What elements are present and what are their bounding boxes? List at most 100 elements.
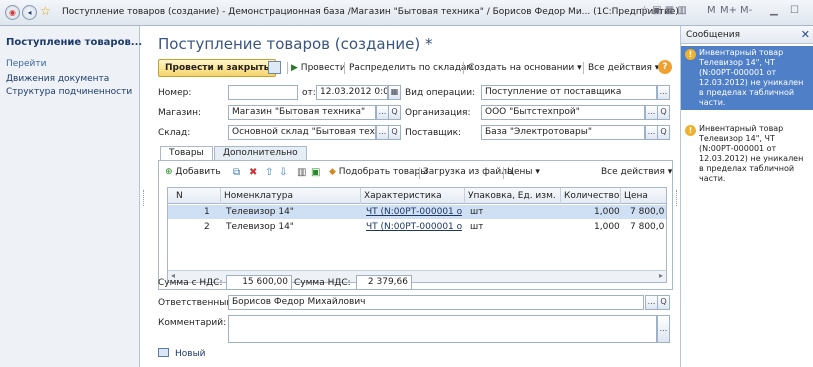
delete-icon[interactable]: ✖: [249, 167, 257, 179]
move-up-icon[interactable]: ⇧: [265, 167, 273, 179]
tab-additional[interactable]: Дополнительно: [214, 146, 307, 160]
store-label: Магазин:: [158, 108, 202, 118]
document-form: Поступление товаров (создание) * Провест…: [148, 26, 678, 367]
message-item[interactable]: ! Инвентарный товар Телевизор 14", ЧТ (N…: [681, 122, 813, 186]
pick-goods-button[interactable]: ◆ Подобрать товары: [329, 167, 427, 177]
comment-label: Комментарий:: [158, 318, 227, 328]
cell-characteristic[interactable]: ЧТ (N:00РТ-000001 от 12...: [366, 222, 462, 232]
document-status: Новый: [175, 349, 206, 359]
copy-icon[interactable]: ⧉: [233, 167, 240, 179]
cell-quantity: 1,000: [594, 207, 620, 217]
col-header-package[interactable]: Упаковка, Ед. изм.: [468, 191, 556, 201]
col-header-quantity[interactable]: Количество: [564, 191, 619, 201]
favorite-star-icon[interactable]: ☆: [40, 4, 51, 18]
date-input[interactable]: 12.03.2012 0:00:00: [316, 85, 388, 100]
minimize-icon[interactable]: ▁: [770, 5, 778, 16]
messages-panel: Сообщения ✕ ! Инвентарный товар Телевизо…: [680, 26, 813, 367]
store-search-icon[interactable]: Q: [388, 105, 401, 120]
close-icon[interactable]: ✕: [801, 28, 810, 41]
cell-nomenclature: Телевизор 14": [226, 207, 294, 217]
create-based-on-button[interactable]: Создать на основании ▾: [468, 63, 582, 73]
goods-table: N Номенклатура Характеристика Упаковка, …: [167, 187, 667, 283]
add-row-button[interactable]: ⊕ Добавить: [165, 167, 221, 177]
splitter-handle[interactable]: [143, 190, 146, 206]
post-and-close-button[interactable]: Провести и закрыть: [158, 59, 277, 77]
add-icon: ⊕: [165, 167, 173, 177]
memory-m-button[interactable]: M: [707, 5, 716, 16]
nav-link-movements[interactable]: Движения документа: [6, 74, 109, 84]
all-actions-button[interactable]: Все действия ▾: [588, 63, 659, 73]
cell-characteristic[interactable]: ЧТ (N:00РТ-000001 от 12...: [366, 207, 462, 217]
form-toolbar: Провести и закрыть ▶ Провести Распредели…: [158, 59, 673, 77]
memory-mplus-button[interactable]: M+: [720, 5, 737, 16]
organization-search-icon[interactable]: Q: [657, 105, 670, 120]
date-label: от:: [302, 88, 316, 98]
operation-label: Вид операции:: [405, 88, 476, 98]
pick-icon: ◆: [329, 167, 336, 177]
vat-sum-value: 2 379,66: [356, 275, 412, 290]
toolbar-icons[interactable]: ☆ ▣ ▦ ▥: [640, 5, 687, 16]
nav-link-structure[interactable]: Структура подчиненности: [6, 87, 132, 97]
post-icon: ▶: [291, 63, 298, 73]
back-icon[interactable]: ◂: [22, 5, 37, 20]
table-row[interactable]: 1 Телевизор 14" ЧТ (N:00РТ-000001 от 12.…: [168, 205, 666, 219]
tab-goods[interactable]: Товары: [160, 146, 213, 161]
warning-icon: !: [685, 125, 696, 136]
create-based-label: Создать на основании: [468, 63, 575, 73]
pick-label: Подобрать товары: [338, 167, 428, 177]
responsible-search-icon[interactable]: Q: [657, 295, 670, 310]
col-header-nomenclature[interactable]: Номенклатура: [224, 191, 293, 201]
table-toolbar: ⊕ Добавить ⧉ ✖ ⇧ ⇩ ▥ ▣ ◆ Подобрать товар…: [163, 165, 672, 181]
memory-mminus-button[interactable]: M-: [740, 5, 752, 16]
col-header-n[interactable]: N: [176, 191, 183, 201]
messages-header: Сообщения ✕: [681, 26, 813, 44]
dropdown-arrow-icon: ▾: [667, 167, 673, 177]
app-menu-icon[interactable]: ◉: [5, 5, 20, 20]
sum-with-vat-label: Сумма с НДС:: [158, 278, 223, 288]
comment-edit-button[interactable]: ...: [657, 315, 670, 343]
warehouse-search-icon[interactable]: Q: [388, 125, 401, 140]
nav-heading: Перейти: [6, 59, 47, 69]
table-row[interactable]: 2 Телевизор 14" ЧТ (N:00РТ-000001 от 12.…: [168, 220, 666, 234]
nav-document-title[interactable]: Поступление товаров...: [6, 37, 142, 48]
prices-button[interactable]: Цены ▾: [507, 167, 540, 177]
operation-select-button[interactable]: ...: [657, 85, 670, 100]
add-label: Добавить: [175, 167, 221, 177]
distribute-button[interactable]: Распределить по складам: [349, 63, 473, 73]
cell-n: 2: [204, 222, 210, 232]
responsible-input[interactable]: Борисов Федор Михайлович: [228, 295, 644, 310]
maximize-icon[interactable]: ☐: [790, 5, 799, 16]
scroll-right-icon[interactable]: ▸: [659, 271, 663, 280]
responsible-label: Ответственный:: [158, 298, 236, 308]
navigation-panel: Поступление товаров... Перейти Движения …: [0, 26, 142, 367]
supplier-search-icon[interactable]: Q: [657, 125, 670, 140]
post-label: Провести: [300, 63, 346, 73]
warehouse-label: Склад:: [158, 128, 191, 138]
number-input[interactable]: [228, 85, 298, 100]
cell-package: шт: [470, 222, 484, 232]
operation-input[interactable]: Поступление от поставщика: [481, 85, 657, 100]
save-icon[interactable]: [268, 61, 281, 74]
splitter-handle[interactable]: [676, 190, 679, 206]
help-icon[interactable]: ?: [658, 60, 672, 74]
window-title: Поступление товаров (создание) - Демонст…: [62, 7, 679, 17]
document-status-icon: [158, 348, 169, 357]
warehouse-input[interactable]: Основной склад "Бытовая техника": [228, 125, 376, 140]
calendar-icon[interactable]: ▦: [388, 85, 401, 100]
barcode-icon[interactable]: ▥: [297, 167, 306, 179]
col-header-price[interactable]: Цена: [624, 191, 648, 201]
store-input[interactable]: Магазин "Бытовая техника": [228, 105, 376, 120]
comment-textarea[interactable]: [228, 315, 657, 343]
messages-title: Сообщения: [686, 30, 741, 40]
dropdown-arrow-icon: ▾: [535, 167, 540, 177]
load-from-file-button[interactable]: Загрузка из файла: [423, 167, 512, 177]
post-button[interactable]: ▶ Провести: [291, 63, 346, 73]
col-header-characteristic[interactable]: Характеристика: [364, 191, 442, 201]
nds-icon[interactable]: ▣: [311, 167, 320, 179]
table-all-actions-button[interactable]: Все действия ▾: [601, 167, 672, 177]
organization-input[interactable]: ООО "Бытстехпрой": [481, 105, 645, 120]
message-item[interactable]: ! Инвентарный товар Телевизор 14", ЧТ (N…: [681, 46, 813, 110]
move-down-icon[interactable]: ⇩: [279, 167, 287, 179]
supplier-input[interactable]: База "Электротовары": [481, 125, 645, 140]
warning-icon: !: [685, 49, 696, 60]
